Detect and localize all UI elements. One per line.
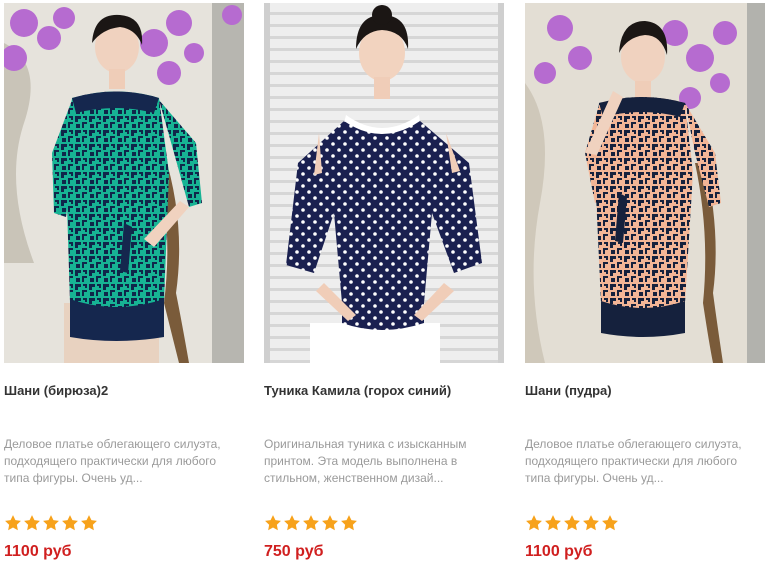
star-icon (5, 515, 21, 531)
star-icon (545, 515, 561, 531)
product-card[interactable]: Туника Камила (горох синий) Оригинальная… (264, 0, 504, 578)
star-icon (303, 515, 319, 531)
star-icon (284, 515, 300, 531)
product-description: Оригинальная туника с изысканным принтом… (264, 437, 467, 485)
product-description: Деловое платье облегающего силуэта, подх… (4, 437, 221, 485)
product-image[interactable] (525, 3, 765, 363)
product-card[interactable]: Шани (пудра) Деловое платье облегающего … (525, 0, 765, 578)
star-icon (564, 515, 580, 531)
product-price: 1100 руб (525, 543, 593, 560)
star-icon (602, 515, 618, 531)
product-price: 750 руб (264, 543, 324, 560)
product-title[interactable]: Шани (пудра) (525, 383, 765, 399)
star-icon (341, 515, 357, 531)
product-card[interactable]: Шани (бирюза)2 Деловое платье облегающег… (4, 0, 244, 578)
product-title[interactable]: Шани (бирюза)2 (4, 383, 244, 399)
product-image[interactable] (4, 3, 244, 363)
star-icon (24, 515, 40, 531)
star-icon (43, 515, 59, 531)
star-icon (526, 515, 542, 531)
rating-stars (4, 514, 98, 536)
product-image[interactable] (264, 3, 504, 363)
star-icon (265, 515, 281, 531)
star-icon (583, 515, 599, 531)
product-price: 1100 руб (4, 543, 72, 560)
star-icon (81, 515, 97, 531)
product-grid: Шани (бирюза)2 Деловое платье облегающег… (0, 0, 776, 578)
product-description: Деловое платье облегающего силуэта, подх… (525, 437, 742, 485)
rating-stars (264, 514, 358, 536)
star-icon (322, 515, 338, 531)
star-icon (62, 515, 78, 531)
rating-stars (525, 514, 619, 536)
product-title[interactable]: Туника Камила (горох синий) (264, 383, 504, 399)
